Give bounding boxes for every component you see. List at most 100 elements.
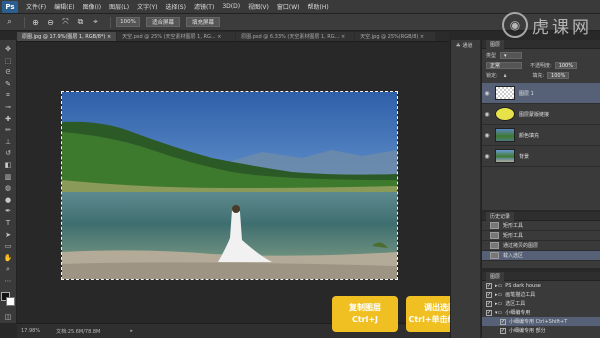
history-step[interactable]: 载入选区 — [482, 251, 600, 261]
channels-panel-button[interactable]: ☘ 通道 — [456, 42, 473, 50]
zoom-100-button[interactable]: 100% — [116, 17, 140, 27]
tab-history[interactable]: 历史记录 — [486, 211, 515, 221]
menu-edit[interactable]: 编辑(E) — [50, 2, 78, 11]
layer-row[interactable]: ◉ 背景 — [482, 146, 600, 167]
visibility-eye-icon[interactable]: ◉ — [482, 90, 492, 97]
checkbox[interactable]: ✓ — [500, 318, 506, 325]
action-item[interactable]: ✓ ▸▭ PS dark house — [482, 281, 600, 290]
background-color[interactable] — [6, 297, 15, 307]
visibility-eye-icon[interactable]: ◉ — [482, 153, 492, 160]
move-tool-icon[interactable]: ✥ — [2, 44, 14, 54]
history-brush-icon[interactable]: ↺ — [2, 148, 14, 158]
zoom-out-icon[interactable]: ⊖ — [45, 17, 56, 28]
history-step[interactable]: 通过拷贝的图层 — [482, 241, 600, 251]
clone-stamp-icon[interactable]: ⊥ — [2, 137, 14, 147]
fit-screen-button[interactable]: 适合屏幕 — [146, 17, 180, 27]
document-tabs: 原图.jpg @ 17.9%(图层 1, RGB/8*) × 天空.psd @ … — [17, 32, 449, 42]
tab-label: 原图.psd @ 6.33% (天空素材图层 1, RG... × — [241, 34, 346, 40]
menu-help[interactable]: 帮助(H) — [304, 2, 333, 11]
action-item[interactable]: ✓ ▸▭ 选区工具 — [482, 299, 600, 308]
dodge-tool-icon[interactable]: ● — [2, 195, 14, 205]
menu-3d[interactable]: 3D(D) — [218, 3, 244, 10]
menu-file[interactable]: 文件(F) — [22, 2, 50, 11]
opacity-input[interactable]: 100% — [554, 62, 577, 69]
menu-view[interactable]: 视图(V) — [244, 2, 273, 11]
action-item[interactable]: ✓ 小细编专用 部分 — [482, 326, 600, 335]
menu-image[interactable]: 图像(I) — [79, 2, 105, 11]
checkbox[interactable]: ✓ — [486, 282, 492, 289]
action-label: 小细编专用 部分 — [509, 328, 546, 334]
eyedropper-tool-icon[interactable]: ⊸ — [2, 102, 14, 112]
action-item[interactable]: ✓ 小细编专用 Ctrl+Shift+T — [482, 317, 600, 326]
tab-document-1[interactable]: 原图.jpg @ 17.9%(图层 1, RGB/8*) × — [17, 32, 117, 41]
crop-tool-icon[interactable]: ⌗ — [2, 90, 14, 100]
brush-tool-icon[interactable]: ✏ — [2, 125, 14, 135]
color-swatches[interactable] — [1, 292, 15, 307]
layer-name: 图层 1 — [519, 90, 534, 97]
tab-label: 天空.jpg @ 25%(RGB/8) × — [360, 34, 425, 40]
fill-screen-button[interactable]: 填充屏幕 — [186, 17, 220, 27]
layer-thumbnail[interactable] — [495, 149, 515, 163]
action-item[interactable]: ✓ ▾▭ 小细编专用 — [482, 308, 600, 317]
visibility-eye-icon[interactable]: ◉ — [482, 132, 492, 139]
menu-select[interactable]: 选择(S) — [161, 2, 190, 11]
visibility-eye-icon[interactable]: ◉ — [482, 111, 492, 118]
zoom-all-windows-icon[interactable]: ⧉ — [75, 17, 86, 28]
layer-thumbnail[interactable] — [495, 86, 515, 100]
document-image[interactable] — [61, 91, 398, 280]
checkbox[interactable]: ✓ — [486, 309, 492, 316]
quick-select-tool-icon[interactable]: ✎ — [2, 79, 14, 89]
tab-layers[interactable]: 图层 — [486, 39, 505, 49]
path-select-icon[interactable]: ➤ — [2, 230, 14, 240]
checkbox[interactable]: ✓ — [486, 291, 492, 298]
resize-windows-icon[interactable]: ⤧ — [60, 17, 71, 28]
zoom-tool-icon[interactable]: ⌕ — [4, 17, 15, 28]
history-step[interactable]: 矩形工具 — [482, 231, 600, 241]
canvas-area[interactable] — [17, 42, 449, 323]
zoom-in-icon[interactable]: ⊕ — [30, 17, 41, 28]
channels-label: 通道 — [462, 43, 473, 49]
type-tool-icon[interactable]: T — [2, 218, 14, 228]
menu-layer[interactable]: 图层(L) — [105, 2, 133, 11]
layer-row[interactable]: ◉ 图层蒙版链接 — [482, 104, 600, 125]
tab-document-2[interactable]: 天空.psd @ 25% (天空素材图层 1, RG... × — [117, 32, 236, 41]
tab-layers-2[interactable]: 图层 — [486, 271, 505, 281]
pen-tool-icon[interactable]: ✒ — [2, 206, 14, 216]
watermark-text: 虎课网 — [532, 17, 592, 38]
menu-filter[interactable]: 滤镜(T) — [190, 2, 218, 11]
quick-mask-icon[interactable]: ◫ — [2, 312, 14, 322]
checkbox[interactable]: ✓ — [500, 327, 506, 334]
healing-brush-icon[interactable]: ✚ — [2, 114, 14, 124]
gradient-tool-icon[interactable]: ▥ — [2, 172, 14, 182]
shape-tool-icon[interactable]: ▭ — [2, 241, 14, 251]
scrubby-zoom-icon[interactable]: ⌖ — [90, 17, 101, 28]
hand-tool-icon[interactable]: ✋ — [2, 253, 14, 263]
checkbox[interactable]: ✓ — [486, 300, 492, 307]
blur-tool-icon[interactable]: ◍ — [2, 183, 14, 193]
layer-thumbnail[interactable] — [495, 107, 515, 121]
layer-row[interactable]: ◉ 颜色填充 — [482, 125, 600, 146]
eraser-tool-icon[interactable]: ◧ — [2, 160, 14, 170]
blend-mode-select[interactable]: 正常 — [486, 62, 522, 69]
history-step-icon — [490, 242, 499, 249]
action-item[interactable]: ✓ ▸▭ 画笔描边工具 — [482, 290, 600, 299]
filter-kind-select[interactable]: ▾ — [500, 52, 523, 59]
lock-icon[interactable]: 🔒︎ — [504, 73, 507, 79]
tab-document-4[interactable]: 天空.jpg @ 25%(RGB/8) × — [355, 32, 436, 41]
menu-window[interactable]: 窗口(W) — [273, 2, 304, 11]
zoom-readout[interactable]: 17.98% — [21, 328, 40, 334]
lasso-tool-icon[interactable]: ᘓ — [2, 67, 14, 77]
marquee-tool-icon[interactable]: ⬚ — [2, 56, 14, 66]
status-menu-arrow-icon[interactable]: ▸ — [130, 328, 133, 334]
action-label: PS dark house — [505, 282, 541, 289]
layer-row[interactable]: ◉ 图层 1 — [482, 83, 600, 104]
more-tools-icon[interactable]: ⋯ — [2, 276, 14, 286]
history-step-label: 载入选区 — [503, 253, 524, 259]
zoom-tool-icon[interactable]: ⌕ — [2, 264, 14, 274]
history-step[interactable]: 矩形工具 — [482, 221, 600, 231]
tab-document-3[interactable]: 原图.psd @ 6.33% (天空素材图层 1, RG... × — [236, 32, 355, 41]
menu-type[interactable]: 文字(Y) — [133, 2, 161, 11]
layer-thumbnail[interactable] — [495, 128, 515, 142]
fill-input[interactable]: 100% — [547, 72, 570, 79]
photoshop-logo: Ps — [2, 0, 18, 13]
